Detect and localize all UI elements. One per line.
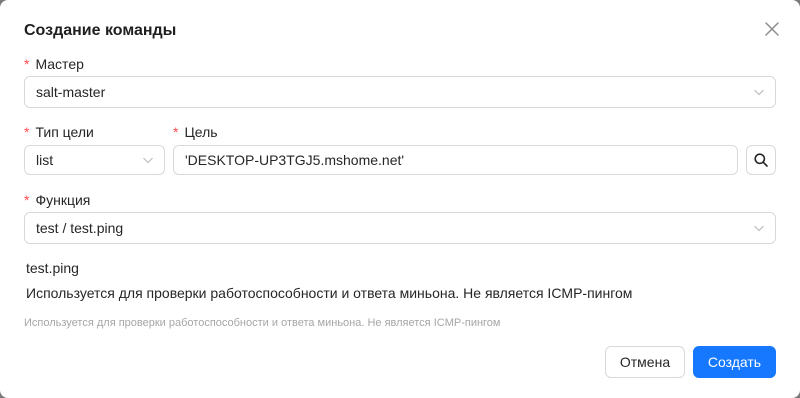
close-button[interactable]: [762, 19, 782, 39]
target-type-label: * Тип цели: [24, 124, 94, 140]
chevron-down-icon: [753, 222, 765, 234]
target-label: * Цель: [173, 124, 218, 140]
create-button[interactable]: Создать: [693, 346, 776, 378]
dialog-title: Создание команды: [24, 22, 177, 39]
target-input[interactable]: 'DESKTOP-UP3TGJ5.mshome.net': [173, 145, 738, 175]
search-icon: [754, 153, 768, 167]
required-mark: *: [173, 124, 179, 140]
master-select[interactable]: salt-master: [24, 76, 776, 108]
function-select-value: test / test.ping: [36, 220, 124, 236]
required-mark: *: [24, 192, 30, 208]
function-name: test.ping: [26, 260, 79, 276]
target-input-value: 'DESKTOP-UP3TGJ5.mshome.net': [185, 152, 405, 168]
required-mark: *: [24, 56, 30, 72]
search-button[interactable]: [746, 145, 776, 175]
target-type-select-value: list: [36, 152, 54, 168]
master-label: * Мастер: [24, 56, 84, 72]
chevron-down-icon: [142, 154, 154, 166]
target-label-text: Цель: [184, 124, 218, 140]
cancel-button[interactable]: Отмена: [605, 346, 685, 378]
function-select[interactable]: test / test.ping: [24, 212, 776, 244]
target-type-select[interactable]: list: [24, 145, 165, 175]
chevron-down-icon: [753, 86, 765, 98]
master-label-text: Мастер: [35, 56, 84, 72]
required-mark: *: [24, 124, 30, 140]
function-help-text: Используется для проверки работоспособно…: [24, 317, 501, 329]
function-label: * Функция: [24, 192, 90, 208]
create-command-dialog: Создание команды * Мастер salt-master * Ти…: [0, 0, 800, 398]
function-description: Используется для проверки работоспособно…: [26, 285, 633, 301]
target-type-label-text: Тип цели: [35, 124, 94, 140]
master-select-value: salt-master: [36, 84, 106, 100]
function-label-text: Функция: [35, 192, 91, 208]
close-icon: [765, 22, 779, 36]
